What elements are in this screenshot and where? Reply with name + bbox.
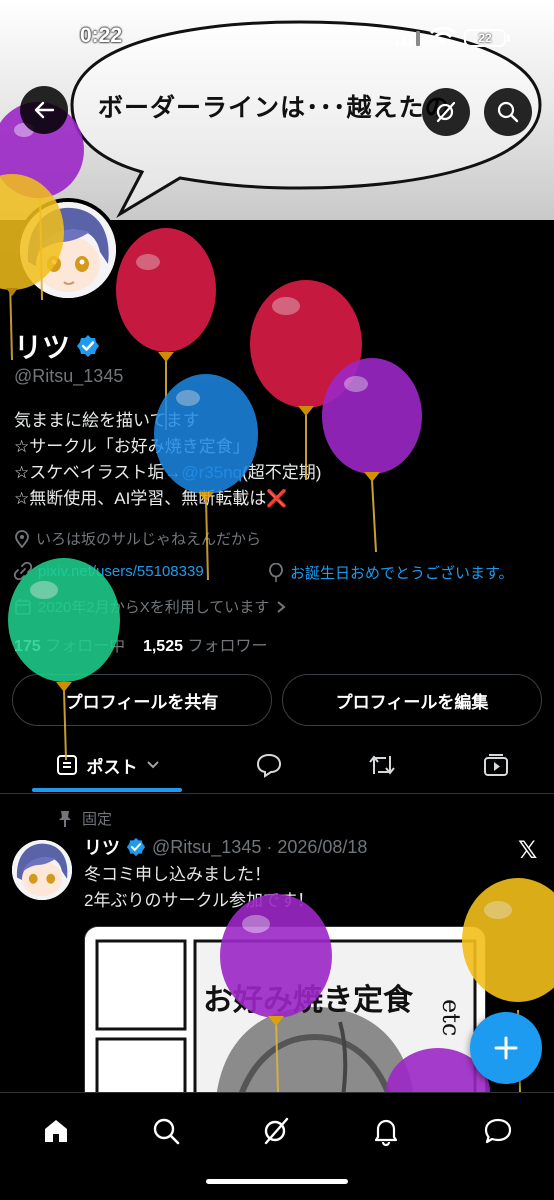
home-indicator [206,1179,348,1184]
followers-count: 1,525 [142,638,183,655]
image-title-text: お好み焼き定食 [203,983,413,1018]
balloon-green [8,558,120,761]
search-icon [153,1118,180,1145]
birthday-text: お誕生日おめでとうございます。 [290,565,514,582]
share-profile-button[interactable]: プロフィールを共有 [12,674,272,726]
balloon-red [116,228,216,430]
pinned-text: 固定 [82,811,113,828]
active-tab-indicator [32,788,182,792]
balloon-icon [269,562,283,582]
location-pin-icon [15,529,29,548]
avatar-illustration [20,202,116,298]
chevron-down-icon [146,761,159,769]
grok-icon [264,1117,289,1145]
nav-search[interactable] [144,1109,188,1153]
compose-button[interactable] [470,1012,542,1084]
verified-badge-icon [126,837,146,857]
verified-badge-icon [77,335,100,357]
tab-posts[interactable]: ポスト [32,736,182,794]
plus-icon [494,1036,518,1060]
location: いろは坂のサルじゃねえんだから [14,528,261,549]
followers-link[interactable]: 1,525 フォロワー [143,638,268,655]
nav-messages[interactable] [476,1109,520,1153]
chevron-right-icon[interactable] [275,600,287,614]
location-text: いろは坂のサルじゃねえんだから [36,531,262,548]
tab-reposts[interactable] [358,736,406,794]
joined-date: 2020年2月からXを利用しています [14,596,287,617]
birthday: お誕生日おめでとうございます。 [268,562,514,583]
message-icon [484,1118,512,1144]
bio-line: ☆無断使用、AI学習、無断転載は❌ [14,489,288,508]
pinned-label: 固定 [58,808,112,829]
bio: 気ままに絵を描いてます ☆サークル「お好み焼き定食」 ☆スケベイラスト垢→@r3… [14,408,321,512]
following-count: 175 [14,638,41,655]
pin-icon [59,810,71,827]
bell-icon [374,1119,398,1146]
nav-grok[interactable] [254,1109,298,1153]
status-bar: 0:22 22 [0,0,554,70]
post-avatar[interactable] [12,840,72,900]
following-label: フォロー中 [45,638,126,655]
nav-notifications[interactable] [364,1109,408,1153]
tab-posts-label: ポスト [86,757,138,777]
tab-replies[interactable] [245,736,293,794]
search-button[interactable] [484,88,532,136]
signal-icon [395,31,420,46]
arrow-left-icon [34,101,55,119]
tab-media[interactable] [472,736,520,794]
reply-icon [256,753,282,778]
bio-line: 気ままに絵を描いてます [14,411,200,430]
manga-artwork [85,927,485,1115]
website-link[interactable]: pixiv.net/users/55108339 [38,563,204,580]
bottom-navigation [0,1092,554,1200]
post-image[interactable]: お好み焼き定食 etc [84,926,486,1116]
mention-link[interactable]: @r35nq [181,463,242,482]
followers-label: フォロワー [187,638,268,655]
handle: @Ritsu_1345 [14,366,124,386]
edit-profile-button[interactable]: プロフィールを編集 [282,674,542,726]
wifi-icon [430,27,456,45]
media-icon [484,754,508,776]
post-text: 冬コミ申し込みました！ 2年ぶりのサークル参加です！ [84,865,314,910]
home-icon [45,1120,67,1142]
follow-stats: 175 フォロー中 1,525 フォロワー [14,632,267,656]
joined-text: 2020年2月からXを利用しています [38,599,270,616]
repost-icon [369,755,395,775]
posts-icon [56,755,77,775]
nav-home[interactable] [34,1109,78,1153]
image-side-text: etc [437,999,465,1037]
x-logo-icon: 𝕏 [518,837,538,864]
display-name-row: リツ [14,326,100,366]
calendar-icon [15,598,31,615]
avatar-illustration [12,840,72,900]
following-link[interactable]: 175 フォロー中 [14,638,125,655]
bio-text: ☆スケベイラスト垢→ [14,463,182,482]
back-button[interactable] [20,86,68,134]
bio-line: ☆サークル「お好み焼き定食」 [14,437,250,456]
search-icon [497,101,519,123]
battery-indicator: 22 [464,29,506,47]
balloon-purple [322,358,422,553]
bio-text: (超不定期) [242,463,322,482]
website[interactable]: pixiv.net/users/55108339 [14,562,204,580]
avatar[interactable] [16,198,120,302]
post-handle-date: @Ritsu_1345 · 2026/08/18 [152,836,368,857]
post-header: リツ @Ritsu_1345 · 2026/08/18 [84,834,367,860]
battery-cap [507,34,510,42]
link-icon [14,562,32,580]
speech-text: ボーダーラインは･･･越えたの [98,93,451,122]
profile-tabs: ポスト [0,736,554,794]
grok-icon [436,101,456,123]
bio-line: ☆スケベイラスト垢→@r35nq(超不定期) [14,460,321,486]
grok-button[interactable] [422,88,470,136]
display-name: リツ [14,332,71,363]
clock: 0:22 [80,24,123,47]
post-author-name[interactable]: リツ [84,834,120,860]
